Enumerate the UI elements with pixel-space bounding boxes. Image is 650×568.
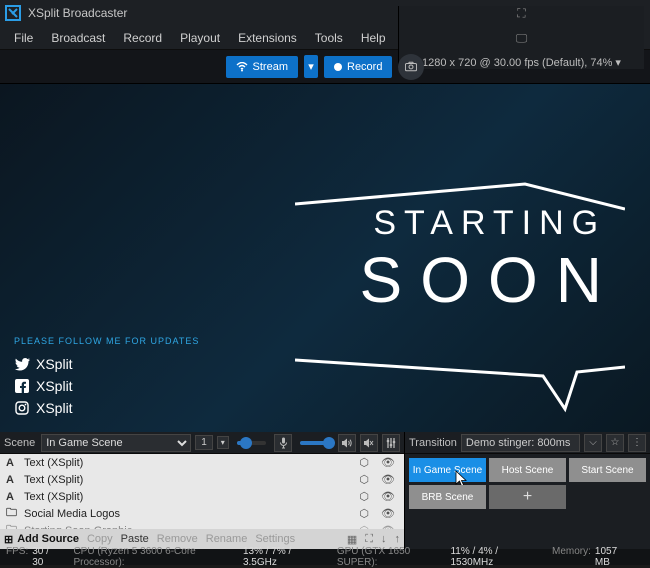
remove-button[interactable]: Remove — [157, 533, 198, 545]
folder-icon: 🗀 — [6, 521, 18, 529]
social-label: XSplit — [36, 400, 73, 416]
menu-broadcast[interactable]: Broadcast — [43, 28, 113, 48]
follow-text: PLEASE FOLLOW ME FOR UPDATES — [14, 336, 199, 346]
source-item[interactable]: AText (XSplit)⬡👁 — [0, 488, 404, 505]
scene-preset-dropdown[interactable]: ▾ — [217, 436, 229, 449]
instagram-icon — [14, 400, 30, 416]
visibility-icon[interactable]: 👁 — [378, 507, 398, 520]
paste-button[interactable]: Paste — [121, 533, 149, 545]
social-label: XSplit — [36, 356, 73, 372]
lock-icon[interactable]: ⬡ — [356, 524, 372, 529]
grid-icon[interactable]: ▦ — [347, 533, 357, 546]
mic-icon[interactable] — [274, 434, 292, 452]
social-label: XSplit — [36, 378, 73, 394]
scene-button-host[interactable]: Host Scene — [489, 458, 566, 482]
visibility-icon[interactable]: 👁 — [378, 456, 398, 469]
menu-tools[interactable]: Tools — [307, 28, 351, 48]
scene-button-start[interactable]: Start Scene — [569, 458, 646, 482]
plus-icon: ⊞ — [4, 533, 13, 546]
record-icon — [334, 63, 342, 71]
text-source-icon: A — [6, 457, 18, 469]
menu-file[interactable]: File — [6, 28, 41, 48]
social-facebook: XSplit — [14, 378, 73, 394]
add-source-button[interactable]: ⊞Add Source — [4, 533, 79, 546]
menu-items: File Broadcast Record Playout Extensions… — [6, 28, 394, 48]
copy-button[interactable]: Copy — [87, 533, 113, 545]
menu-record[interactable]: Record — [115, 28, 170, 48]
visibility-icon[interactable]: 👁 — [378, 524, 398, 529]
fullscreen-icon[interactable]: ⛶ — [365, 533, 373, 546]
mic-volume-slider[interactable] — [237, 441, 267, 445]
camera-icon — [405, 61, 417, 72]
text-source-icon: A — [6, 474, 18, 486]
app-logo — [4, 4, 22, 22]
source-item[interactable]: 🗀Starting Soon Graphic⬡👁 — [0, 522, 404, 529]
lock-icon[interactable]: ⬡ — [356, 473, 372, 486]
mixer-icon[interactable] — [382, 434, 400, 452]
social-links: XSplit XSplit XSplit — [14, 356, 73, 416]
starting-soon-graphic: STARTING SOON — [360, 204, 620, 317]
resolution-dropdown[interactable]: 1280 x 720 @ 30.00 fps (Default), 74% ▾ — [422, 56, 621, 69]
source-item[interactable]: AText (XSplit)⬡👁 — [0, 471, 404, 488]
transition-select[interactable]: Demo stinger: 800ms — [461, 434, 580, 452]
source-list[interactable]: AText (XSplit)⬡👁 AText (XSplit)⬡👁 AText … — [0, 454, 404, 529]
lower-panel: Scene In Game Scene 1 ▾ AText (XSplit)⬡👁… — [0, 432, 650, 549]
menu-bar: File Broadcast Record Playout Extensions… — [0, 26, 650, 50]
menu-extensions[interactable]: Extensions — [230, 28, 305, 48]
source-item[interactable]: AText (XSplit)⬡👁 — [0, 454, 404, 471]
move-up-icon[interactable]: ↑ — [395, 533, 401, 545]
twitter-icon — [14, 356, 30, 372]
scenes-panel: Transition Demo stinger: 800ms ⌵ ☆ ⋮ In … — [404, 432, 650, 549]
wifi-icon — [236, 62, 248, 72]
move-down-icon[interactable]: ↓ — [381, 533, 387, 545]
preview-text-2: SOON — [360, 243, 620, 317]
settings-button[interactable]: Settings — [255, 533, 295, 545]
visibility-icon[interactable]: 👁 — [378, 473, 398, 486]
add-scene-button[interactable]: + — [489, 485, 566, 509]
stream-button[interactable]: Stream — [226, 56, 298, 78]
sources-panel: Scene In Game Scene 1 ▾ AText (XSplit)⬡👁… — [0, 432, 404, 549]
menu-help[interactable]: Help — [353, 28, 394, 48]
source-item[interactable]: 🗀Social Media Logos⬡👁 — [0, 505, 404, 522]
screenshot-button[interactable] — [398, 54, 424, 80]
mute-icon[interactable] — [360, 434, 378, 452]
decoration-bottom-lines — [295, 354, 625, 424]
social-twitter: XSplit — [14, 356, 73, 372]
display-icon[interactable]: 🖵 — [516, 31, 528, 46]
scene-label: Scene — [4, 437, 37, 449]
scene-toolbar: Scene In Game Scene 1 ▾ — [0, 432, 404, 454]
rename-button[interactable]: Rename — [206, 533, 248, 545]
visibility-icon[interactable]: 👁 — [378, 490, 398, 503]
stream-dropdown[interactable]: ▾ — [304, 55, 318, 78]
text-source-icon: A — [6, 491, 18, 503]
scene-button-ingame[interactable]: In Game Scene — [409, 458, 486, 482]
expand-icon[interactable]: ⛶ — [517, 6, 525, 21]
scene-select[interactable]: In Game Scene — [41, 434, 191, 452]
lock-icon[interactable]: ⬡ — [356, 507, 372, 520]
output-volume-slider[interactable] — [300, 441, 330, 445]
transition-label: Transition — [409, 437, 457, 449]
scene-preset[interactable]: 1 — [195, 435, 213, 450]
facebook-icon — [14, 378, 30, 394]
lock-icon[interactable]: ⬡ — [356, 456, 372, 469]
scene-grid: In Game Scene Host Scene Start Scene BRB… — [405, 454, 650, 549]
transition-toolbar: Transition Demo stinger: 800ms ⌵ ☆ ⋮ — [405, 432, 650, 454]
scene-button-brb[interactable]: BRB Scene — [409, 485, 486, 509]
social-instagram: XSplit — [14, 400, 73, 416]
record-button[interactable]: Record — [324, 56, 392, 78]
transition-dropdown[interactable]: ⌵ — [584, 434, 602, 452]
menu-playout[interactable]: Playout — [172, 28, 228, 48]
preview-canvas[interactable]: STARTING SOON PLEASE FOLLOW ME FOR UPDAT… — [0, 84, 650, 432]
status-bar: FPS:30 / 30 CPU (Ryzen 5 3600 6-Core Pro… — [0, 549, 650, 565]
speaker-icon[interactable] — [338, 434, 356, 452]
preview-text-1: STARTING — [360, 204, 620, 243]
transition-settings-icon[interactable]: ⋮ — [628, 434, 646, 452]
lock-icon[interactable]: ⬡ — [356, 490, 372, 503]
favorite-icon[interactable]: ☆ — [606, 434, 624, 452]
